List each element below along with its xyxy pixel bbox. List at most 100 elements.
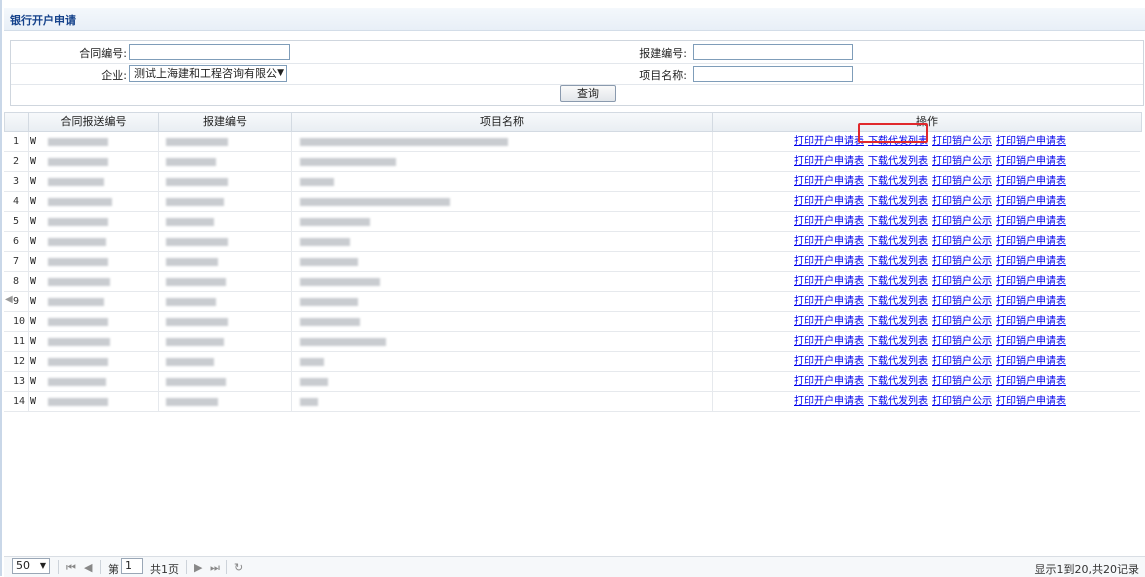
download-payroll-list-link[interactable]: 下载代发列表 <box>868 196 928 207</box>
download-payroll-list-link[interactable]: 下载代发列表 <box>868 216 928 227</box>
print-closure-notice-link[interactable]: 打印销户公示 <box>932 216 992 227</box>
table-row: 8 W 打印开户申请表 下载代发列表 打印销户公示 打印销户申请表 <box>4 272 1140 292</box>
contract-no-prefix: W <box>30 196 37 207</box>
print-open-account-link[interactable]: 打印开户申请表 <box>794 256 864 267</box>
row-actions: 打印开户申请表 下载代发列表 打印销户公示 打印销户申请表 <box>794 352 1070 371</box>
download-payroll-list-link[interactable]: 下载代发列表 <box>868 176 928 187</box>
redacted-report-no <box>166 178 228 186</box>
page-prefix: 第 <box>108 563 119 576</box>
print-open-account-link[interactable]: 打印开户申请表 <box>794 156 864 167</box>
print-closure-application-link[interactable]: 打印销户申请表 <box>996 396 1066 407</box>
print-open-account-link[interactable]: 打印开户申请表 <box>794 296 864 307</box>
print-closure-application-link[interactable]: 打印销户申请表 <box>996 276 1066 287</box>
refresh-icon[interactable]: ↻ <box>234 561 243 574</box>
print-closure-notice-link[interactable]: 打印销户公示 <box>932 316 992 327</box>
print-open-account-link[interactable]: 打印开户申请表 <box>794 136 864 147</box>
print-open-account-link[interactable]: 打印开户申请表 <box>794 276 864 287</box>
print-closure-notice-link[interactable]: 打印销户公示 <box>932 276 992 287</box>
download-payroll-list-link[interactable]: 下载代发列表 <box>868 336 928 347</box>
redacted-project-name <box>300 218 370 226</box>
redacted-contract-no <box>48 238 106 246</box>
print-closure-notice-link[interactable]: 打印销户公示 <box>932 256 992 267</box>
next-page-icon[interactable]: ▶ <box>194 561 202 574</box>
print-closure-notice-link[interactable]: 打印销户公示 <box>932 236 992 247</box>
column-header-contract-no[interactable]: 合同报送编号 <box>29 113 159 131</box>
print-closure-notice-link[interactable]: 打印销户公示 <box>932 296 992 307</box>
print-closure-application-link[interactable]: 打印销户申请表 <box>996 336 1066 347</box>
print-closure-application-link[interactable]: 打印销户申请表 <box>996 156 1066 167</box>
prev-page-icon[interactable]: ◀ <box>84 561 92 574</box>
page-number-input[interactable]: 1 <box>121 558 143 574</box>
print-closure-application-link[interactable]: 打印销户申请表 <box>996 176 1066 187</box>
row-number-header <box>5 113 29 131</box>
download-payroll-list-link[interactable]: 下载代发列表 <box>868 316 928 327</box>
download-payroll-list-link[interactable]: 下载代发列表 <box>868 376 928 387</box>
table-row: 9 W 打印开户申请表 下载代发列表 打印销户公示 打印销户申请表 <box>4 292 1140 312</box>
page-title: 银行开户申请 <box>10 14 76 27</box>
download-payroll-list-link[interactable]: 下载代发列表 <box>868 256 928 267</box>
column-separator <box>712 132 713 412</box>
print-open-account-link[interactable]: 打印开户申请表 <box>794 316 864 327</box>
redacted-contract-no <box>48 358 108 366</box>
print-open-account-link[interactable]: 打印开户申请表 <box>794 356 864 367</box>
print-closure-application-link[interactable]: 打印销户申请表 <box>996 136 1066 147</box>
page-size-select[interactable]: 50 ▼ <box>12 558 50 574</box>
print-open-account-link[interactable]: 打印开户申请表 <box>794 216 864 227</box>
print-open-account-link[interactable]: 打印开户申请表 <box>794 396 864 407</box>
print-closure-notice-link[interactable]: 打印销户公示 <box>932 196 992 207</box>
print-closure-notice-link[interactable]: 打印销户公示 <box>932 336 992 347</box>
table-row: 10 W 打印开户申请表 下载代发列表 打印销户公示 打印销户申请表 <box>4 312 1140 332</box>
print-open-account-link[interactable]: 打印开户申请表 <box>794 336 864 347</box>
print-closure-application-link[interactable]: 打印销户申请表 <box>996 296 1066 307</box>
print-open-account-link[interactable]: 打印开户申请表 <box>794 236 864 247</box>
download-payroll-list-link[interactable]: 下载代发列表 <box>868 156 928 167</box>
print-closure-application-link[interactable]: 打印销户申请表 <box>996 196 1066 207</box>
collapse-arrow-icon[interactable]: ◀ <box>5 294 13 305</box>
print-closure-notice-link[interactable]: 打印销户公示 <box>932 136 992 147</box>
print-open-account-link[interactable]: 打印开户申请表 <box>794 376 864 387</box>
print-closure-application-link[interactable]: 打印销户申请表 <box>996 356 1066 367</box>
pager-separator <box>186 560 187 574</box>
column-header-report-no[interactable]: 报建编号 <box>159 113 292 131</box>
print-closure-application-link[interactable]: 打印销户申请表 <box>996 216 1066 227</box>
print-closure-application-link[interactable]: 打印销户申请表 <box>996 256 1066 267</box>
pager-separator <box>226 560 227 574</box>
redacted-contract-no <box>48 198 112 206</box>
download-payroll-list-link[interactable]: 下载代发列表 <box>868 396 928 407</box>
highlight-box <box>858 123 928 143</box>
download-payroll-list-link[interactable]: 下载代发列表 <box>868 296 928 307</box>
contract-no-input[interactable] <box>129 44 290 60</box>
contract-no-prefix: W <box>30 156 37 167</box>
query-button[interactable]: 查询 <box>560 85 616 102</box>
print-closure-notice-link[interactable]: 打印销户公示 <box>932 396 992 407</box>
redacted-contract-no <box>48 318 108 326</box>
row-number: 1 <box>13 136 20 147</box>
print-closure-application-link[interactable]: 打印销户申请表 <box>996 236 1066 247</box>
print-closure-notice-link[interactable]: 打印销户公示 <box>932 156 992 167</box>
redacted-project-name <box>300 238 350 246</box>
download-payroll-list-link[interactable]: 下载代发列表 <box>868 236 928 247</box>
panel-header: 银行开户申请 <box>4 8 1145 31</box>
print-closure-application-link[interactable]: 打印销户申请表 <box>996 376 1066 387</box>
table-row: 4 W 打印开户申请表 下载代发列表 打印销户公示 打印销户申请表 <box>4 192 1140 212</box>
first-page-icon[interactable]: ⏮ <box>66 561 76 575</box>
redacted-contract-no <box>48 398 108 406</box>
print-closure-application-link[interactable]: 打印销户申请表 <box>996 316 1066 327</box>
print-open-account-link[interactable]: 打印开户申请表 <box>794 176 864 187</box>
row-number: 13 <box>13 376 26 387</box>
print-open-account-link[interactable]: 打印开户申请表 <box>794 196 864 207</box>
report-no-label: 报建编号: <box>639 47 687 60</box>
report-no-input[interactable] <box>693 44 853 60</box>
company-select[interactable]: 测试上海建和工程咨询有限公 ▼ <box>129 65 287 82</box>
redacted-contract-no <box>48 278 110 286</box>
column-header-project-name[interactable]: 项目名称 <box>292 113 713 131</box>
print-closure-notice-link[interactable]: 打印销户公示 <box>932 376 992 387</box>
left-frame-edge <box>0 0 2 576</box>
download-payroll-list-link[interactable]: 下载代发列表 <box>868 356 928 367</box>
print-closure-notice-link[interactable]: 打印销户公示 <box>932 176 992 187</box>
print-closure-notice-link[interactable]: 打印销户公示 <box>932 356 992 367</box>
download-payroll-list-link[interactable]: 下载代发列表 <box>868 276 928 287</box>
redacted-report-no <box>166 198 224 206</box>
last-page-icon[interactable]: ⏭ <box>210 561 220 575</box>
project-name-input[interactable] <box>693 66 853 82</box>
